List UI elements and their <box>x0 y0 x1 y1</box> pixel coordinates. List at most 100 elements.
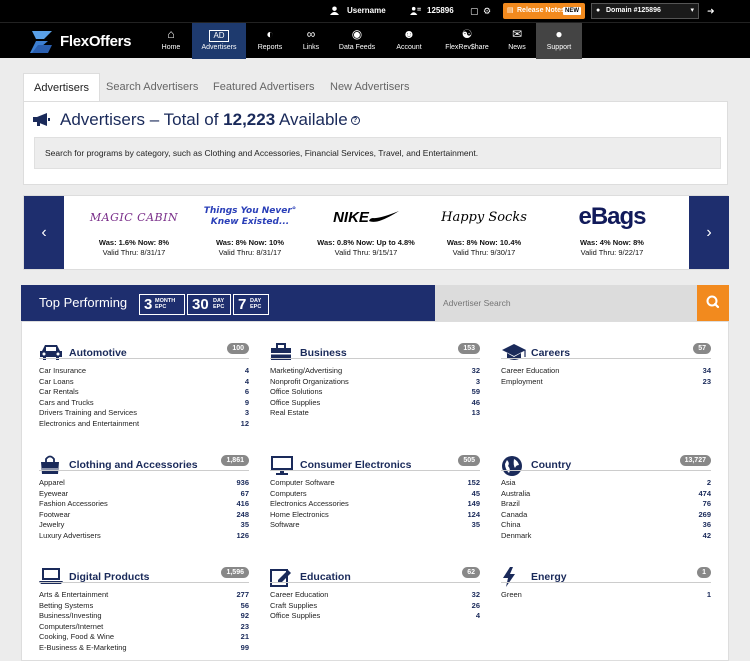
subcategory-link[interactable]: Fashion Accessories 416 <box>39 499 249 510</box>
subcategory-link[interactable]: Car Rentals 6 <box>39 387 249 398</box>
subcategory-link[interactable]: Australia 474 <box>501 489 711 500</box>
offer-card[interactable]: NIKE Was: 0.8% Now: Up to 4.8% Valid Thr… <box>306 196 426 269</box>
megaphone-icon <box>33 113 50 126</box>
subcategory-link[interactable]: Jewelry 35 <box>39 520 249 531</box>
nav-account[interactable]: ☻ Account <box>388 23 430 59</box>
offer-card[interactable]: MAGIC CABIN Was: 1.6% Now: 8% Valid Thru… <box>74 196 194 269</box>
help-icon[interactable]: ? <box>350 116 360 126</box>
subcategory-link[interactable]: Computer Software 152 <box>270 478 480 489</box>
subcategory-link[interactable]: Software 35 <box>270 520 480 531</box>
subcategory-link[interactable]: Home Electronics 124 <box>270 510 480 521</box>
nav-links[interactable]: ∞ Links <box>294 23 328 59</box>
offer-valid: Valid Thru: 8/31/17 <box>102 248 166 257</box>
subcategory-link[interactable]: Computers/Internet 23 <box>39 622 249 633</box>
category-header[interactable]: Consumer Electronics 505 <box>270 453 480 478</box>
domain-select[interactable]: ● Domain #125896 ▾ <box>591 3 699 19</box>
subcategory-count: 474 <box>698 488 711 498</box>
logout-icon[interactable]: ➜ <box>707 0 715 22</box>
subcategory-link[interactable]: E-Business & E-Marketing 99 <box>39 643 249 654</box>
subcategory-link[interactable]: Arts & Entertainment 277 <box>39 590 249 601</box>
username-label[interactable]: Username <box>347 0 386 22</box>
epc-30-day-button[interactable]: 30 DAY EPC <box>187 294 231 315</box>
subcategory-link[interactable]: Office Supplies 4 <box>270 611 480 622</box>
category-header[interactable]: Careers 57 <box>501 341 711 366</box>
subcategory-link[interactable]: Career Education 34 <box>501 366 711 377</box>
subcategory-name: Arts & Entertainment <box>39 590 109 599</box>
subcategory-link[interactable]: Office Supplies 46 <box>270 398 480 409</box>
copy-icon[interactable]: ▢ <box>470 0 479 22</box>
subcategory-link[interactable]: Car Loans 4 <box>39 377 249 388</box>
subcategory-link[interactable]: Office Solutions 59 <box>270 387 480 398</box>
offer-card[interactable]: Happy Socks Was: 8% Now: 10.4% Valid Thr… <box>424 196 544 269</box>
category-digital-products: Digital Products 1,596 Arts & Entertainmen… <box>39 565 249 654</box>
subcategory-link[interactable]: Denmark 42 <box>501 531 711 542</box>
subcategory-link[interactable]: Electronics Accessories 149 <box>270 499 480 510</box>
subcategory-link[interactable]: Eyewear 67 <box>39 489 249 500</box>
subcategory-link[interactable]: Craft Supplies 26 <box>270 601 480 612</box>
subcategory-link[interactable]: Career Education 32 <box>270 590 480 601</box>
category-header[interactable]: Digital Products 1,596 <box>39 565 249 590</box>
subcategory-count: 4 <box>244 366 249 375</box>
category-header[interactable]: Business 153 <box>270 341 480 366</box>
settings-icon[interactable]: ⚙ <box>483 0 491 22</box>
subcategory-name: China <box>501 520 521 530</box>
category-header[interactable]: Clothing and Accessories 1,861 <box>39 453 249 478</box>
tab-new-advertisers[interactable]: New Advertisers <box>330 73 409 101</box>
subcategory-link[interactable]: Computers 45 <box>270 489 480 500</box>
subcategory-count: 32 <box>471 366 480 375</box>
subcategory-link[interactable]: Employment 23 <box>501 377 711 388</box>
subcategory-link[interactable]: Canada 269 <box>501 510 711 521</box>
epc-unit: DAY EPC <box>213 298 224 310</box>
subcategory-link[interactable]: Cars and Trucks 9 <box>39 398 249 409</box>
subcategory-link[interactable]: Nonprofit Organizations 3 <box>270 377 480 388</box>
nav-news[interactable]: ✉ News <box>502 23 532 59</box>
subcategory-link[interactable]: Betting Systems 56 <box>39 601 249 612</box>
subcategory-name: Software <box>270 520 300 530</box>
brand-line-2: Knew Existed... <box>210 217 290 227</box>
subcategory-link[interactable]: Electronics and Entertainment 12 <box>39 419 249 430</box>
subcategory-name: Australia <box>501 488 531 498</box>
carousel-next-button[interactable]: › <box>689 196 729 269</box>
subcategory-link[interactable]: Footwear 248 <box>39 510 249 521</box>
release-notes-button[interactable]: ▤ Release Notes NEW <box>503 3 585 19</box>
subcategory-link[interactable]: Cooking, Food & Wine 21 <box>39 632 249 643</box>
category-header[interactable]: Energy 1 <box>501 565 711 590</box>
category-header[interactable]: Country 13,727 <box>501 453 711 478</box>
offer-card[interactable]: Things You Never° Knew Existed... Was: 8… <box>190 196 310 269</box>
subcategory-link[interactable]: Brazil 76 <box>501 499 711 510</box>
nav-reports[interactable]: ◐ Reports <box>250 23 290 59</box>
category-header[interactable]: Automotive 100 <box>39 341 249 366</box>
carousel-prev-button[interactable]: ‹ <box>24 196 64 269</box>
nav-support[interactable]: ● Support <box>536 23 582 59</box>
subcategory-name: Apparel <box>39 478 65 487</box>
nav-advertisers[interactable]: AD Advertisers <box>192 23 246 59</box>
subcategory-link[interactable]: Marketing/Advertising 32 <box>270 366 480 377</box>
subcategory-link[interactable]: Drivers Training and Services 3 <box>39 408 249 419</box>
category-divider <box>501 582 711 583</box>
subcategory-link[interactable]: Real Estate 13 <box>270 408 480 419</box>
subcategory-link[interactable]: Car Insurance 4 <box>39 366 249 377</box>
subcategory-count: 3 <box>244 408 249 418</box>
offer-card[interactable]: eBags Was: 4% Now: 8% Valid Thru: 9/22/1… <box>552 196 672 269</box>
subcategory-link[interactable]: Asia 2 <box>501 478 711 489</box>
epc-3-month-button[interactable]: 3 MONTH EPC <box>139 294 185 315</box>
subcategory-link[interactable]: Business/Investing 92 <box>39 611 249 622</box>
subcategory-count: 126 <box>236 530 249 540</box>
subcategory-link[interactable]: Luxury Advertisers 126 <box>39 531 249 542</box>
tab-advertisers[interactable]: Advertisers <box>23 73 101 101</box>
subcategory-link[interactable]: Green 1 <box>501 590 711 601</box>
tab-featured-advertisers[interactable]: Featured Advertisers <box>213 73 315 101</box>
tab-search-advertisers[interactable]: Search Advertisers <box>106 73 198 101</box>
epc-7-day-button[interactable]: 7 DAY EPC <box>233 294 269 315</box>
category-energy: Energy 1 Green 1 <box>501 565 711 601</box>
nav-flexrevshare[interactable]: ☯ FlexRev$hare <box>436 23 498 59</box>
subcategory-name: Canada <box>501 509 528 519</box>
advertiser-search-button[interactable] <box>697 285 729 321</box>
subcategory-link[interactable]: Apparel 936 <box>39 478 249 489</box>
category-header[interactable]: Education 62 <box>270 565 480 590</box>
subcategory-link[interactable]: China 36 <box>501 520 711 531</box>
nav-data-feeds[interactable]: ◉ Data Feeds <box>332 23 382 59</box>
nav-home[interactable]: ⌂ Home <box>154 23 188 59</box>
flexoffers-logo[interactable]: FlexOffers <box>30 29 150 55</box>
advertiser-search-input[interactable] <box>435 285 697 321</box>
